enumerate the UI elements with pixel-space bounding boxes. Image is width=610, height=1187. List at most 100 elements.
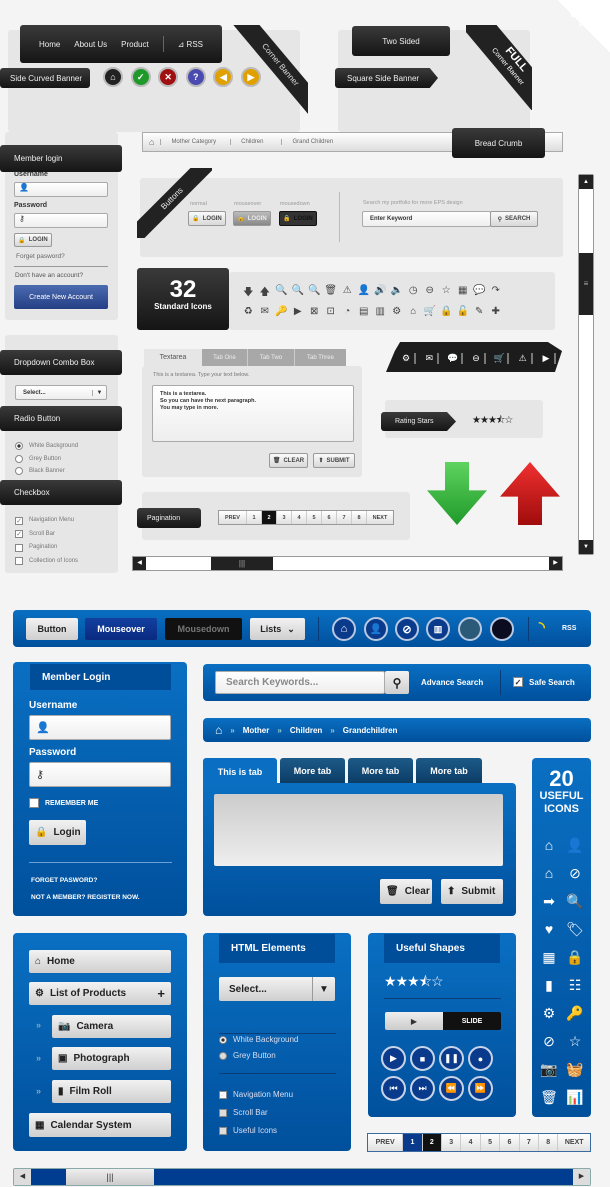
standard-icon[interactable]: ⌂ [405, 306, 422, 317]
scroll-right-arrow[interactable]: ▶ [549, 557, 562, 570]
keyword-input[interactable]: Enter Keyword [362, 211, 491, 227]
blue-tab[interactable]: More tab [280, 758, 345, 783]
useful-icon[interactable]: 📊 [562, 1089, 588, 1117]
horizontal-scrollbar[interactable]: ◀ ||| ▶ [132, 556, 563, 571]
slide-toggle[interactable]: ▶ SLIDE [385, 1012, 501, 1030]
media-button[interactable]: ● [468, 1046, 493, 1071]
page-button[interactable]: 4 [292, 511, 307, 524]
tab-two[interactable]: Tab Two [248, 349, 295, 366]
blue-login-button[interactable]: 🔒 Login [29, 820, 86, 845]
home-icon[interactable]: ⌂ [215, 723, 222, 737]
arrow-down-green-icon[interactable] [427, 462, 487, 525]
standard-icon[interactable]: 🔒 [438, 306, 455, 317]
page-button[interactable]: 5 [481, 1134, 501, 1151]
page-button[interactable]: 3 [442, 1134, 462, 1151]
useful-icon[interactable]: ▦ [536, 949, 562, 977]
page-button[interactable]: 6 [500, 1134, 520, 1151]
standard-icon[interactable]: ⊠ [306, 306, 323, 317]
breadcrumb-item[interactable]: Mother [243, 726, 270, 735]
useful-icon[interactable]: ☆ [562, 1033, 588, 1061]
blue-search-button[interactable]: ⚲ [385, 671, 409, 694]
lists-dropdown[interactable]: Lists ⌄ [250, 618, 305, 640]
star-icon[interactable]: ☆ [431, 973, 444, 989]
useful-icon[interactable]: ⌂ [536, 837, 562, 865]
tab-textarea[interactable]: Textarea [144, 349, 202, 366]
blue-tab-active[interactable]: This is tab [203, 758, 277, 785]
menu-item-home[interactable]: ⌂ Home [29, 950, 171, 973]
submit-button[interactable]: ⬆ SUBMIT [313, 453, 355, 468]
breadcrumb-item[interactable]: Children [230, 139, 281, 145]
radio-white-background[interactable]: White Background [15, 440, 78, 453]
blue-horizontal-scrollbar[interactable]: ◀ ||| ▶ [13, 1168, 591, 1186]
rss-label[interactable]: RSS [562, 625, 576, 632]
nav-product[interactable]: Product [121, 40, 149, 49]
search-button[interactable]: ⚲ SEARCH [490, 211, 538, 227]
blue-button-mousedown[interactable]: Mousedown [165, 618, 242, 640]
star-icon[interactable]: ★ [472, 415, 481, 426]
tab-three[interactable]: Tab Three [295, 349, 346, 366]
tab-one[interactable]: Tab One [202, 349, 248, 366]
useful-icon[interactable]: 🔍 [562, 893, 588, 921]
star-icon[interactable]: ★ [396, 973, 409, 989]
page-button[interactable]: 7 [337, 511, 352, 524]
standard-icon[interactable]: 🔈 [389, 285, 406, 302]
scroll-thumb[interactable]: ≡ [579, 253, 593, 315]
clear-button[interactable]: 🗑 CLEAR [269, 453, 308, 468]
scroll-thumb[interactable]: ||| [66, 1169, 154, 1185]
radio-black-banner[interactable]: Black Banner [15, 465, 78, 478]
toolbar-icon[interactable]: 🛒 [491, 352, 510, 364]
toolbar-icon[interactable]: ⊖ [468, 352, 486, 364]
blue-textarea[interactable] [214, 794, 503, 866]
radio-grey-button[interactable]: Grey Button [219, 1048, 298, 1064]
black-circle-button[interactable] [490, 617, 514, 641]
standard-icon[interactable]: 🡇 [240, 285, 257, 302]
useful-icon[interactable]: 🏷 [562, 921, 588, 949]
star-icon[interactable]: ☆ [504, 415, 513, 426]
breadcrumb-item[interactable]: Mother Category [160, 139, 230, 145]
checkbox-scroll-bar[interactable]: Scroll Bar [219, 1104, 293, 1122]
nav-rss[interactable]: ⊿ RSS [178, 40, 203, 49]
gray-login-button[interactable]: 🔒 LOGIN [14, 233, 52, 247]
checkbox-scroll-bar[interactable]: ✓ Scroll Bar [15, 528, 78, 542]
scroll-up-arrow[interactable]: ▲ [579, 175, 593, 189]
remember-me-checkbox[interactable]: ✓ REMEMBER ME [29, 798, 98, 808]
star-icon[interactable]: ★ [407, 973, 420, 989]
toolbar-icon[interactable]: ✉ [421, 352, 440, 364]
nav-about-us[interactable]: About Us [74, 40, 107, 49]
rss-icon[interactable]: ◝ [539, 618, 545, 636]
home-icon[interactable]: ⌂ [143, 137, 160, 147]
blue-button-mouseover[interactable]: Mouseover [85, 618, 157, 640]
useful-icon[interactable]: ⊘ [562, 865, 588, 893]
scroll-thumb[interactable]: ||| [211, 557, 273, 570]
scroll-left-arrow[interactable]: ◀ [14, 1169, 31, 1185]
check-icon[interactable]: ✓ [130, 67, 151, 87]
safe-search-checkbox[interactable]: ✓ Safe Search [513, 677, 575, 687]
standard-icon[interactable]: ↷ [488, 285, 505, 302]
standard-icon[interactable]: 🔍 [306, 285, 323, 302]
useful-icon[interactable]: 👤 [562, 837, 588, 865]
useful-icon[interactable]: ⚙ [536, 1005, 562, 1033]
useful-icon[interactable]: ▮ [536, 977, 562, 1005]
register-link[interactable]: NOT A MEMBER? REGISTER NOW. [31, 894, 140, 901]
menu-item-photograph[interactable]: ▣ Photograph [52, 1047, 171, 1070]
standard-icon[interactable]: ◷ [405, 285, 422, 302]
gray-select[interactable]: Select... ▼ [15, 385, 107, 400]
blue-username-input[interactable]: 👤 [29, 715, 171, 740]
star-icon[interactable]: ⯪ [419, 973, 432, 989]
standard-icon[interactable]: ⊖ [422, 285, 439, 302]
question-icon[interactable]: ? [185, 67, 206, 87]
prev-button[interactable]: PREV [219, 511, 247, 524]
blue-password-input[interactable]: ⚷ [29, 762, 171, 787]
media-button[interactable]: ❚❚ [439, 1046, 464, 1071]
useful-icon[interactable]: 🔑 [562, 1005, 588, 1033]
arrow-up-red-icon[interactable] [500, 462, 560, 525]
next-button[interactable]: NEXT [367, 511, 393, 524]
compass-circle-button[interactable]: ⊘ [395, 617, 419, 641]
useful-icon[interactable]: ☷ [562, 977, 588, 1005]
page-button[interactable]: 8 [539, 1134, 559, 1151]
useful-icon[interactable]: 📷 [536, 1061, 562, 1089]
standard-icon[interactable]: 🛒 [422, 306, 439, 317]
standard-icon[interactable]: ☆ [438, 285, 455, 302]
standard-icon[interactable]: ⊡ [323, 306, 340, 317]
page-button[interactable]: 1 [247, 511, 262, 524]
